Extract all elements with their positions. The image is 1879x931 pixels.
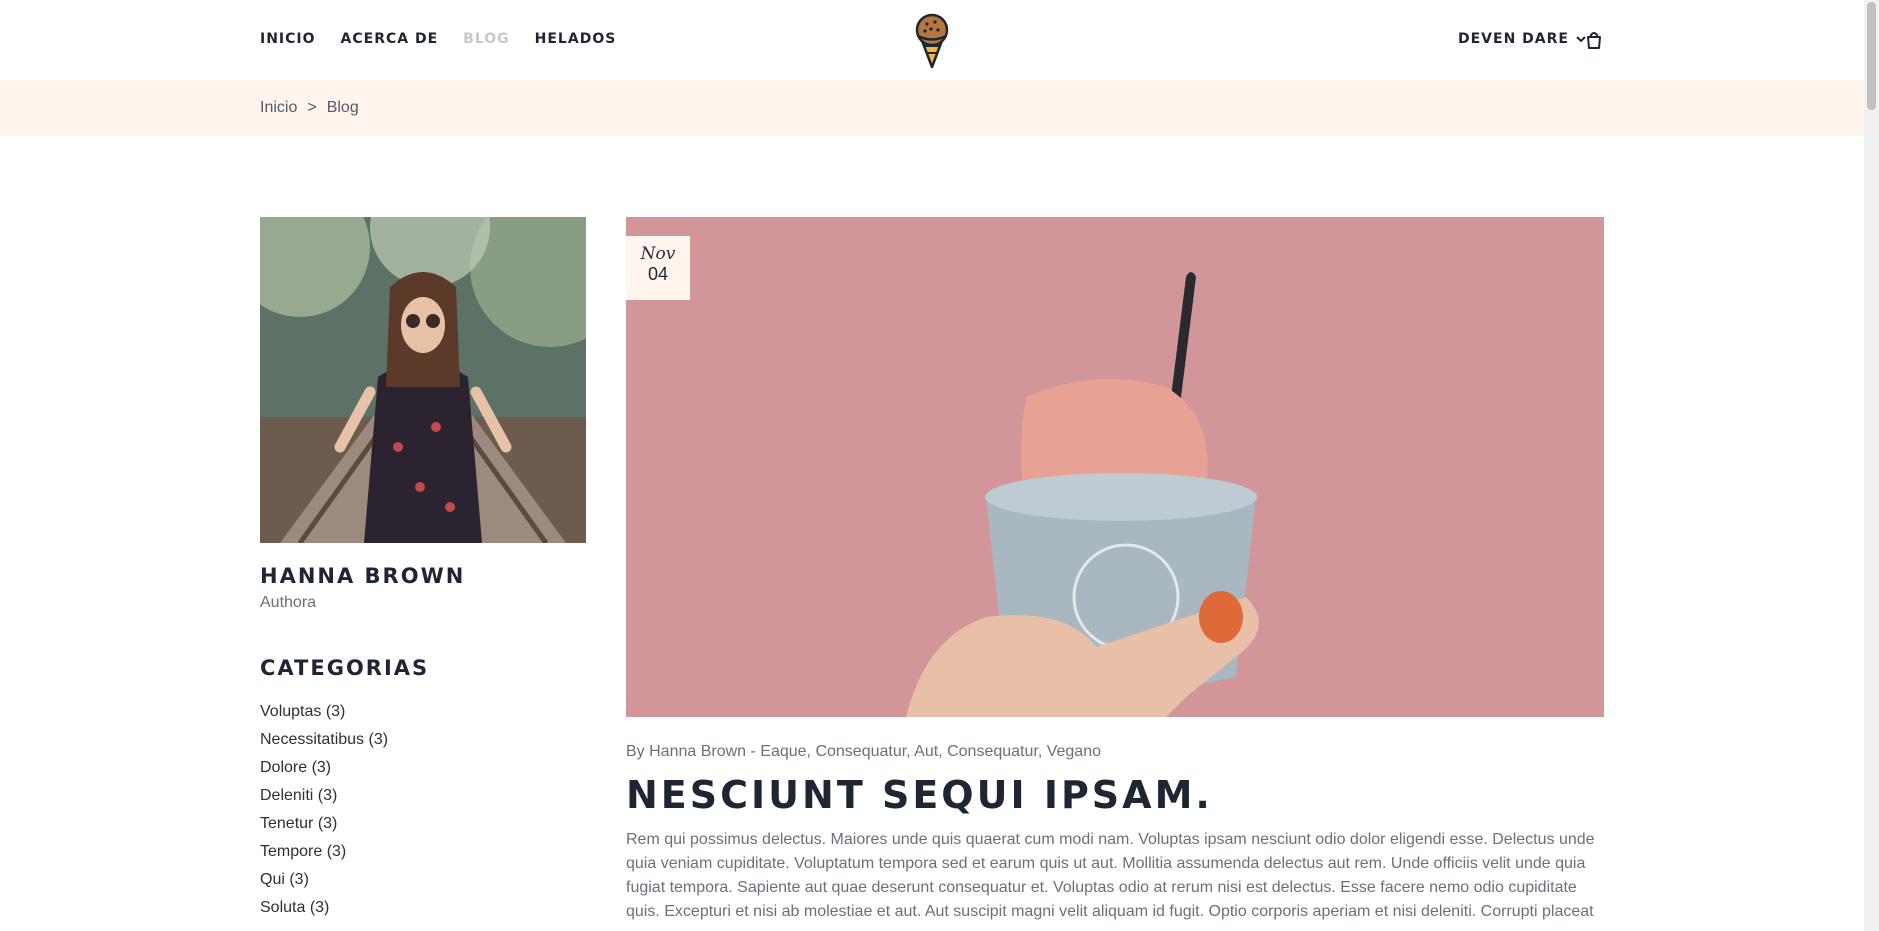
shopping-bag-icon[interactable] — [1586, 31, 1602, 49]
user-menu[interactable]: DEVEN DARE — [1458, 31, 1587, 47]
main-nav: INICIO ACERCA DE BLOG HELADOS — [260, 31, 616, 47]
author-role: Authora — [260, 594, 317, 611]
post-image[interactable] — [626, 217, 1604, 717]
nav-item-inicio[interactable]: INICIO — [260, 31, 316, 47]
categories-list: Voluptas (3) Necessitatibus (3) Dolore (… — [260, 700, 388, 924]
ice-cream-logo-icon[interactable] — [910, 10, 954, 70]
post-date-month: Nov — [640, 244, 676, 264]
site-header: INICIO ACERCA DE BLOG HELADOS DEVEN DARE — [0, 0, 1864, 80]
category-item[interactable]: Qui (3) — [260, 868, 388, 896]
breadcrumb-home-link[interactable]: Inicio — [260, 99, 297, 117]
post-date-badge: Nov 04 — [626, 236, 690, 300]
category-item[interactable]: Soluta (3) — [260, 896, 388, 924]
category-item[interactable]: Tempore (3) — [260, 840, 388, 868]
scrollbar-thumb[interactable] — [1867, 2, 1876, 110]
page-scrollbar[interactable] — [1864, 0, 1879, 931]
category-item[interactable]: Voluptas (3) — [260, 700, 388, 728]
category-item[interactable]: Dolore (3) — [260, 756, 388, 784]
category-item[interactable]: Tenetur (3) — [260, 812, 388, 840]
post-excerpt: Rem qui possimus delectus. Maiores unde … — [626, 831, 1595, 920]
breadcrumb-current: Blog — [326, 99, 359, 116]
category-item[interactable]: Deleniti (3) — [260, 784, 388, 812]
user-name: DEVEN DARE — [1458, 31, 1569, 47]
nav-item-blog[interactable]: BLOG — [463, 31, 510, 47]
category-item[interactable]: Necessitatibus (3) — [260, 728, 388, 756]
post-title[interactable]: NESCIUNT SEQUI IPSAM. — [626, 773, 1213, 817]
author-name: HANNA BROWN — [260, 564, 466, 588]
author-photo — [260, 217, 586, 543]
categories-title: CATEGORIAS — [260, 656, 430, 680]
breadcrumb: Inicio > Blog — [260, 99, 359, 117]
post-meta: By Hanna Brown - Eaque, Consequatur, Aut… — [626, 743, 1101, 760]
nav-item-helados[interactable]: HELADOS — [535, 31, 617, 47]
post-date-day: 04 — [647, 264, 669, 284]
nav-item-acerca-de[interactable]: ACERCA DE — [341, 31, 439, 47]
breadcrumb-separator: > — [307, 99, 317, 116]
